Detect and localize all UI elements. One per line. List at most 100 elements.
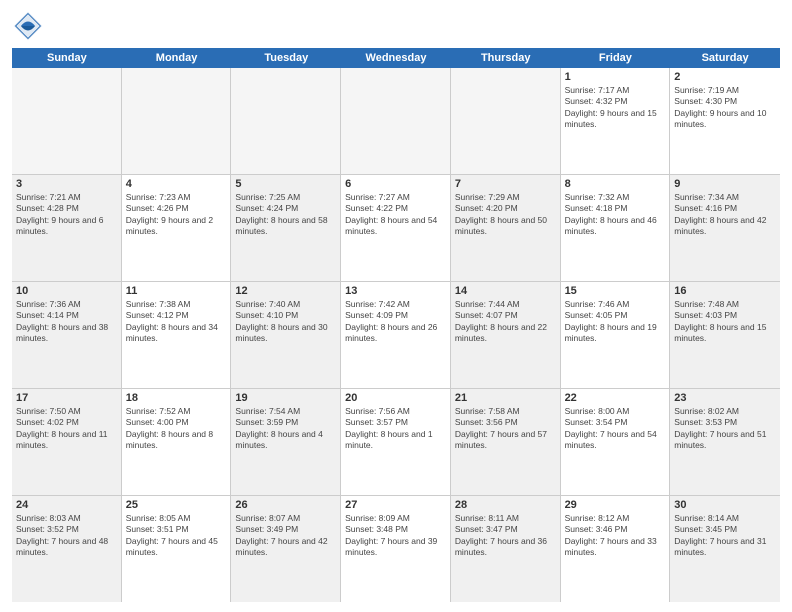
day-number: 22 — [565, 392, 666, 404]
day-info: Sunrise: 7:46 AM Sunset: 4:05 PM Dayligh… — [565, 299, 666, 345]
day-info: Sunrise: 7:29 AM Sunset: 4:20 PM Dayligh… — [455, 192, 556, 238]
day-number: 13 — [345, 285, 446, 297]
day-info: Sunrise: 8:09 AM Sunset: 3:48 PM Dayligh… — [345, 513, 446, 559]
calendar-cell-30: 30 Sunrise: 8:14 AM Sunset: 3:45 PM Dayli… — [670, 496, 780, 602]
day-number: 8 — [565, 178, 666, 190]
day-info: Sunrise: 7:48 AM Sunset: 4:03 PM Dayligh… — [674, 299, 776, 345]
day-info: Sunrise: 8:00 AM Sunset: 3:54 PM Dayligh… — [565, 406, 666, 452]
day-info: Sunrise: 7:56 AM Sunset: 3:57 PM Dayligh… — [345, 406, 446, 452]
day-number: 3 — [16, 178, 117, 190]
logo-icon — [12, 10, 44, 42]
day-number: 9 — [674, 178, 776, 190]
day-info: Sunrise: 8:05 AM Sunset: 3:51 PM Dayligh… — [126, 513, 227, 559]
calendar-cell-8: 8 Sunrise: 7:32 AM Sunset: 4:18 PM Daylig… — [561, 175, 671, 281]
calendar-row-1: 1 Sunrise: 7:17 AM Sunset: 4:32 PM Daylig… — [12, 68, 780, 175]
day-number: 29 — [565, 499, 666, 511]
calendar-cell-13: 13 Sunrise: 7:42 AM Sunset: 4:09 PM Dayli… — [341, 282, 451, 388]
calendar-cell-27: 27 Sunrise: 8:09 AM Sunset: 3:48 PM Dayli… — [341, 496, 451, 602]
day-number: 10 — [16, 285, 117, 297]
day-number: 26 — [235, 499, 336, 511]
calendar-cell-2: 2Sunrise: 7:19 AM Sunset: 4:30 PM Daylig… — [670, 68, 780, 174]
calendar-cell-empty — [451, 68, 561, 174]
day-info: Sunrise: 7:32 AM Sunset: 4:18 PM Dayligh… — [565, 192, 666, 238]
calendar-header: SundayMondayTuesdayWednesdayThursdayFrid… — [12, 48, 780, 68]
calendar-cell-4: 4 Sunrise: 7:23 AM Sunset: 4:26 PM Daylig… — [122, 175, 232, 281]
calendar-cell-28: 28 Sunrise: 8:11 AM Sunset: 3:47 PM Dayli… — [451, 496, 561, 602]
calendar-cell-14: 14 Sunrise: 7:44 AM Sunset: 4:07 PM Dayli… — [451, 282, 561, 388]
calendar-row-4: 17Sunrise: 7:50 AM Sunset: 4:02 PM Dayli… — [12, 389, 780, 496]
day-number: 15 — [565, 285, 666, 297]
day-info: Sunrise: 8:02 AM Sunset: 3:53 PM Dayligh… — [674, 406, 776, 452]
day-info: Sunrise: 7:58 AM Sunset: 3:56 PM Dayligh… — [455, 406, 556, 452]
day-info: Sunrise: 7:21 AM Sunset: 4:28 PM Dayligh… — [16, 192, 117, 238]
calendar-cell-11: 11 Sunrise: 7:38 AM Sunset: 4:12 PM Dayli… — [122, 282, 232, 388]
calendar: SundayMondayTuesdayWednesdayThursdayFrid… — [12, 48, 780, 602]
day-info: Sunrise: 7:25 AM Sunset: 4:24 PM Dayligh… — [235, 192, 336, 238]
day-info: Sunrise: 7:42 AM Sunset: 4:09 PM Dayligh… — [345, 299, 446, 345]
day-number: 5 — [235, 178, 336, 190]
calendar-cell-19: 19Sunrise: 7:54 AM Sunset: 3:59 PM Dayli… — [231, 389, 341, 495]
day-number: 19 — [235, 392, 336, 404]
day-number: 1 — [565, 71, 666, 83]
day-number: 4 — [126, 178, 227, 190]
day-number: 25 — [126, 499, 227, 511]
day-info: Sunrise: 7:40 AM Sunset: 4:10 PM Dayligh… — [235, 299, 336, 345]
header-day-tuesday: Tuesday — [231, 48, 341, 68]
day-number: 11 — [126, 285, 227, 297]
day-info: Sunrise: 7:27 AM Sunset: 4:22 PM Dayligh… — [345, 192, 446, 238]
day-info: Sunrise: 8:07 AM Sunset: 3:49 PM Dayligh… — [235, 513, 336, 559]
calendar-body: 1 Sunrise: 7:17 AM Sunset: 4:32 PM Daylig… — [12, 68, 780, 602]
day-number: 6 — [345, 178, 446, 190]
header-day-saturday: Saturday — [670, 48, 780, 68]
day-info: Sunrise: 7:38 AM Sunset: 4:12 PM Dayligh… — [126, 299, 227, 345]
calendar-cell-empty — [231, 68, 341, 174]
calendar-cell-1: 1 Sunrise: 7:17 AM Sunset: 4:32 PM Daylig… — [561, 68, 671, 174]
header-day-monday: Monday — [122, 48, 232, 68]
day-number: 2 — [674, 71, 776, 83]
calendar-cell-5: 5 Sunrise: 7:25 AM Sunset: 4:24 PM Daylig… — [231, 175, 341, 281]
day-number: 16 — [674, 285, 776, 297]
calendar-cell-15: 15 Sunrise: 7:46 AM Sunset: 4:05 PM Dayli… — [561, 282, 671, 388]
calendar-cell-9: 9 Sunrise: 7:34 AM Sunset: 4:16 PM Daylig… — [670, 175, 780, 281]
calendar-cell-24: 24 Sunrise: 8:03 AM Sunset: 3:52 PM Dayli… — [12, 496, 122, 602]
day-info: Sunrise: 7:36 AM Sunset: 4:14 PM Dayligh… — [16, 299, 117, 345]
calendar-cell-18: 18 Sunrise: 7:52 AM Sunset: 4:00 PM Dayli… — [122, 389, 232, 495]
calendar-cell-empty — [12, 68, 122, 174]
day-number: 30 — [674, 499, 776, 511]
calendar-cell-7: 7 Sunrise: 7:29 AM Sunset: 4:20 PM Daylig… — [451, 175, 561, 281]
day-info: Sunrise: 7:17 AM Sunset: 4:32 PM Dayligh… — [565, 85, 666, 131]
header-day-wednesday: Wednesday — [341, 48, 451, 68]
day-info: Sunrise: 7:52 AM Sunset: 4:00 PM Dayligh… — [126, 406, 227, 452]
day-number: 24 — [16, 499, 117, 511]
calendar-row-5: 24 Sunrise: 8:03 AM Sunset: 3:52 PM Dayli… — [12, 496, 780, 602]
calendar-cell-26: 26 Sunrise: 8:07 AM Sunset: 3:49 PM Dayli… — [231, 496, 341, 602]
calendar-cell-25: 25 Sunrise: 8:05 AM Sunset: 3:51 PM Dayli… — [122, 496, 232, 602]
header-day-sunday: Sunday — [12, 48, 122, 68]
day-number: 27 — [345, 499, 446, 511]
day-info: Sunrise: 7:50 AM Sunset: 4:02 PM Dayligh… — [16, 406, 117, 452]
calendar-cell-6: 6 Sunrise: 7:27 AM Sunset: 4:22 PM Daylig… — [341, 175, 451, 281]
header-day-friday: Friday — [561, 48, 671, 68]
day-number: 14 — [455, 285, 556, 297]
day-info: Sunrise: 8:03 AM Sunset: 3:52 PM Dayligh… — [16, 513, 117, 559]
day-info: Sunrise: 8:11 AM Sunset: 3:47 PM Dayligh… — [455, 513, 556, 559]
calendar-cell-16: 16 Sunrise: 7:48 AM Sunset: 4:03 PM Dayli… — [670, 282, 780, 388]
day-info: Sunrise: 8:14 AM Sunset: 3:45 PM Dayligh… — [674, 513, 776, 559]
calendar-row-3: 10 Sunrise: 7:36 AM Sunset: 4:14 PM Dayli… — [12, 282, 780, 389]
day-number: 18 — [126, 392, 227, 404]
day-number: 7 — [455, 178, 556, 190]
calendar-row-2: 3 Sunrise: 7:21 AM Sunset: 4:28 PM Daylig… — [12, 175, 780, 282]
day-number: 21 — [455, 392, 556, 404]
calendar-cell-20: 20Sunrise: 7:56 AM Sunset: 3:57 PM Dayli… — [341, 389, 451, 495]
calendar-cell-21: 21 Sunrise: 7:58 AM Sunset: 3:56 PM Dayli… — [451, 389, 561, 495]
day-info: Sunrise: 7:44 AM Sunset: 4:07 PM Dayligh… — [455, 299, 556, 345]
day-info: Sunrise: 8:12 AM Sunset: 3:46 PM Dayligh… — [565, 513, 666, 559]
header-day-thursday: Thursday — [451, 48, 561, 68]
calendar-cell-empty — [122, 68, 232, 174]
logo — [12, 10, 48, 42]
day-number: 28 — [455, 499, 556, 511]
calendar-cell-12: 12Sunrise: 7:40 AM Sunset: 4:10 PM Dayli… — [231, 282, 341, 388]
calendar-cell-17: 17Sunrise: 7:50 AM Sunset: 4:02 PM Dayli… — [12, 389, 122, 495]
day-info: Sunrise: 7:23 AM Sunset: 4:26 PM Dayligh… — [126, 192, 227, 238]
day-info: Sunrise: 7:34 AM Sunset: 4:16 PM Dayligh… — [674, 192, 776, 238]
